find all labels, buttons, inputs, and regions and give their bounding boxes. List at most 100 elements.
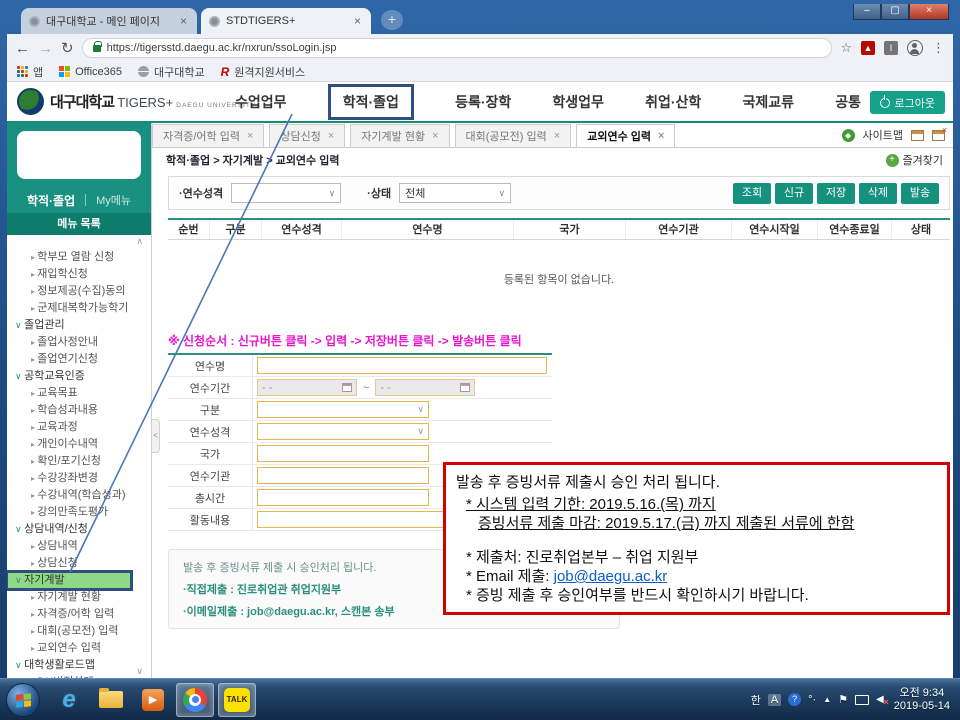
total-hours-input[interactable] <box>257 489 429 506</box>
search-button[interactable]: 조회 <box>733 183 771 204</box>
browser-tab-stdtigers[interactable]: STDTIGERS+ × <box>201 8 371 34</box>
close-icon[interactable]: × <box>432 130 438 142</box>
institute-input[interactable] <box>257 467 429 484</box>
menu-item[interactable]: 재입학신청 <box>7 266 151 283</box>
workspace-tab-active[interactable]: 교외연수 입력× <box>576 124 675 147</box>
email-link[interactable]: job@daegu.ac.kr <box>554 568 668 585</box>
window-icon[interactable] <box>911 130 924 141</box>
back-icon[interactable]: ← <box>15 40 30 57</box>
tray-dots-icon[interactable]: °· <box>808 694 816 706</box>
minimize-button[interactable]: – <box>853 4 881 20</box>
new-tab-button[interactable]: + <box>381 10 403 30</box>
tab-close-icon[interactable]: × <box>178 14 189 28</box>
address-bar[interactable]: https://tigersstd.daegu.ac.kr/nxrun/ssoL… <box>82 38 833 58</box>
menu-item[interactable]: 수강강좌변경 <box>7 470 151 487</box>
nav-student-affairs[interactable]: 학생업무 <box>552 92 604 112</box>
menu-item[interactable]: 졸업연기신청 <box>7 351 151 368</box>
logout-button[interactable]: 로그아웃 <box>870 91 945 114</box>
type-select[interactable]: ∨ <box>257 401 429 418</box>
workspace-tab[interactable]: 자기계발 현황× <box>350 124 449 147</box>
sidebar-collapse-handle[interactable]: < <box>152 419 160 453</box>
nav-registration-scholarship[interactable]: 등록·장학 <box>455 92 511 112</box>
end-date-input[interactable]: - - <box>375 379 475 396</box>
browser-tab-daegu-main[interactable]: 대구대학교 - 메인 페이지 × <box>21 8 197 34</box>
character-select[interactable]: ∨ <box>231 183 341 203</box>
new-button[interactable]: 신규 <box>775 183 813 204</box>
send-button[interactable]: 발송 <box>901 183 939 204</box>
status-select[interactable]: 전체∨ <box>399 183 511 203</box>
taskbar-media-player[interactable]: ▶ <box>134 683 172 717</box>
calendar-icon[interactable] <box>342 383 352 392</box>
bookmark-apps[interactable]: 앱 <box>17 64 43 80</box>
favorite-add[interactable]: + 즐겨찾기 <box>886 152 943 168</box>
pdf-extension-icon[interactable]: ▲ <box>861 41 875 55</box>
character-form-select[interactable]: ∨ <box>257 423 429 440</box>
menu-item[interactable]: 자격증/어학 입력 <box>7 606 151 623</box>
menu-item[interactable]: 교육목표 <box>7 385 151 402</box>
menu-item[interactable]: 확인/포기신청 <box>7 453 151 470</box>
nav-employment[interactable]: 취업·산학 <box>645 92 701 112</box>
bookmark-star-icon[interactable]: ☆ <box>840 40 852 56</box>
taskbar-clock[interactable]: 오전 9:34 2019-05-14 <box>894 687 954 713</box>
close-icon[interactable]: × <box>658 130 664 142</box>
network-display-icon[interactable] <box>855 695 869 705</box>
menu-section-self-development[interactable]: 자기계발 <box>7 572 131 589</box>
workspace-tab[interactable]: 자격증/어학 입력× <box>152 124 264 147</box>
extension-icon[interactable]: I <box>884 41 898 55</box>
menu-item[interactable]: 군제대복학가능학기 <box>7 300 151 317</box>
menu-item[interactable]: 수강내역(학습성과) <box>7 487 151 504</box>
workspace-tab[interactable]: 상담신청× <box>269 124 345 147</box>
save-button[interactable]: 저장 <box>817 183 855 204</box>
menu-item[interactable]: 자기계발 현황 <box>7 589 151 606</box>
close-icon[interactable]: × <box>328 130 334 142</box>
volume-muted-icon[interactable]: ◀× <box>876 694 884 705</box>
sitemap-link[interactable]: 사이트맵 <box>863 127 903 143</box>
nav-international[interactable]: 국제교류 <box>742 92 794 112</box>
menu-item[interactable]: 상담내역 <box>7 538 151 555</box>
sidebar-tab-records[interactable]: 학적·졸업 <box>27 192 75 209</box>
taskbar-chrome[interactable] <box>176 683 214 717</box>
close-icon[interactable]: × <box>554 130 560 142</box>
flag-action-center-icon[interactable]: ⚑ <box>838 693 848 706</box>
menu-item[interactable]: 학습성과내용 <box>7 402 151 419</box>
menu-item[interactable]: 졸업사정안내 <box>7 334 151 351</box>
menu-item[interactable]: 강의만족도평가 <box>7 504 151 521</box>
ime-english-indicator[interactable]: A <box>768 694 781 706</box>
delete-button[interactable]: 삭제 <box>859 183 897 204</box>
menu-section[interactable]: 공학교육인증 <box>7 368 151 385</box>
menu-item[interactable]: 상담신청 <box>7 555 151 572</box>
menu-section[interactable]: 대학생활로드맵 <box>7 657 151 674</box>
ime-korean-indicator[interactable]: 한 <box>751 692 761 708</box>
university-logo[interactable]: 대구대학교 TIGERS+ DAEGU UNIVERSITY <box>17 88 256 115</box>
calendar-icon[interactable] <box>460 383 470 392</box>
taskbar-kakaotalk[interactable]: TALK <box>218 683 256 717</box>
maximize-button[interactable]: ▢ <box>881 4 909 20</box>
close-button[interactable]: × <box>909 4 949 20</box>
scroll-down-icon[interactable]: ∨ <box>136 666 143 677</box>
nav-records-graduation[interactable]: 학적·졸업 <box>328 84 414 120</box>
menu-item[interactable]: 정보제공(수집)동의 <box>7 283 151 300</box>
menu-section[interactable]: 졸업관리 <box>7 317 151 334</box>
start-button[interactable] <box>6 683 40 717</box>
menu-item[interactable]: 학부모 열람 신청 <box>7 249 151 266</box>
window-close-all-icon[interactable] <box>932 130 945 141</box>
taskbar-file-explorer[interactable] <box>92 683 130 717</box>
menu-item[interactable]: 대회(공모전) 입력 <box>7 623 151 640</box>
training-name-input[interactable] <box>257 357 547 374</box>
tab-close-icon[interactable]: × <box>352 14 363 28</box>
close-icon[interactable]: × <box>247 130 253 142</box>
bookmark-remote-support[interactable]: R 원격지원서비스 <box>221 64 306 80</box>
menu-item[interactable]: 교육과정 <box>7 419 151 436</box>
scroll-up-icon[interactable]: ∧ <box>136 236 143 247</box>
reload-icon[interactable]: ↻ <box>61 39 74 57</box>
nav-classes[interactable]: 수업업무 <box>235 92 287 112</box>
workspace-tab[interactable]: 대회(공모전) 입력× <box>455 124 572 147</box>
menu-dots-icon[interactable]: ⋮ <box>932 40 945 56</box>
tray-expand-icon[interactable]: ▲ <box>823 695 831 704</box>
taskbar-internet-explorer[interactable]: e <box>50 683 88 717</box>
bookmark-office365[interactable]: Office365 <box>59 66 122 78</box>
menu-item-external-training[interactable]: 교외연수 입력 <box>7 640 151 657</box>
help-tray-icon[interactable]: ? <box>788 693 801 706</box>
nav-common[interactable]: 공통 <box>835 92 861 112</box>
bookmark-daegu-univ[interactable]: 대구대학교 <box>138 64 205 80</box>
